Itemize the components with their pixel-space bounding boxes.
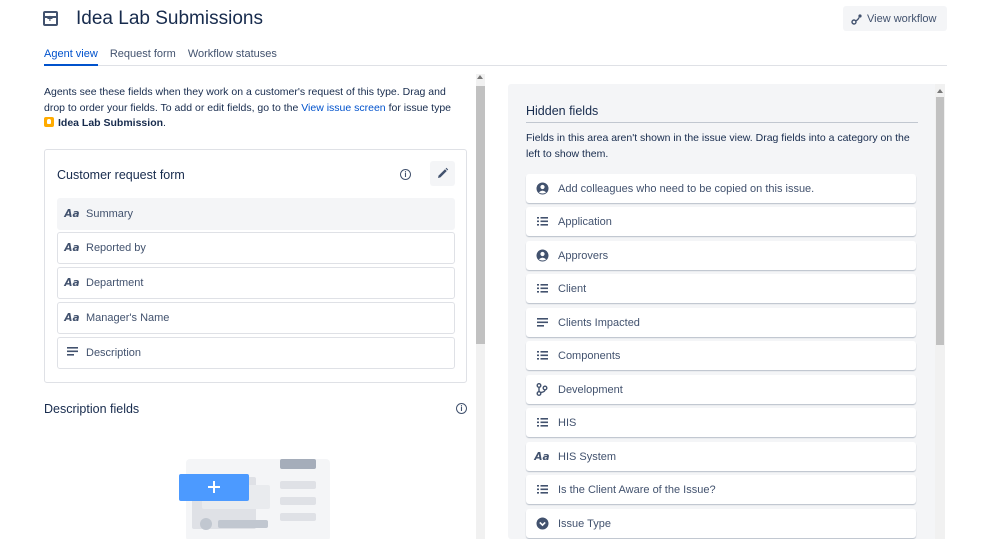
form-field-label: Description	[86, 347, 142, 359]
view-issue-screen-link[interactable]: View issue screen	[301, 102, 385, 114]
view-workflow-button[interactable]: View workflow	[843, 6, 947, 31]
hidden-field-client-aware[interactable]: Is the Client Aware of the Issue?	[526, 475, 916, 504]
hidden-field-development[interactable]: Development	[526, 375, 916, 404]
hidden-field-label: Issue Type	[558, 517, 611, 530]
form-field-description[interactable]: Description	[57, 337, 455, 369]
tab-bar: Agent view Request form Workflow statuse…	[44, 48, 947, 66]
paragraph-icon	[526, 318, 558, 327]
intro-text-after: for issue type	[385, 101, 452, 114]
request-type-icon	[43, 11, 58, 26]
list-icon	[526, 217, 558, 226]
list-icon	[526, 284, 558, 293]
hidden-field-components[interactable]: Components	[526, 341, 916, 370]
hidden-field-label: Add colleagues who need to be copied on …	[558, 182, 815, 195]
form-field-label: Reported by	[86, 242, 146, 254]
chevron-circle-icon	[526, 517, 558, 530]
info-icon[interactable]: i	[400, 169, 411, 180]
text-field-icon: Aa	[64, 312, 80, 324]
customer-request-form-card: Customer request form i Aa Summary Aa Re…	[44, 149, 467, 383]
hidden-field-his-system[interactable]: Aa HIS System	[526, 442, 916, 471]
hidden-field-label: Development	[558, 383, 623, 396]
hidden-field-client[interactable]: Client	[526, 274, 916, 303]
text-field-icon: Aa	[64, 242, 80, 254]
hidden-field-approvers[interactable]: Approvers	[526, 241, 916, 270]
list-icon	[526, 485, 558, 494]
workflow-icon	[851, 13, 862, 25]
tab-agent-view[interactable]: Agent view	[44, 48, 98, 66]
hidden-field-label: Is the Client Aware of the Issue?	[558, 483, 716, 496]
hidden-field-add-colleagues[interactable]: Add colleagues who need to be copied on …	[526, 174, 916, 203]
left-scrollbar-thumb[interactable]	[476, 86, 485, 344]
hidden-fields-panel: Hidden fields Fields in this area aren't…	[508, 84, 937, 539]
hidden-fields-title: Hidden fields	[526, 104, 599, 118]
info-icon[interactable]: i	[456, 403, 467, 414]
left-scroll-up-arrow-icon[interactable]	[477, 75, 483, 79]
form-field-label: Department	[86, 277, 144, 289]
paragraph-icon	[58, 347, 86, 359]
issue-type-name: Idea Lab Submission	[58, 117, 164, 129]
pencil-icon	[438, 167, 449, 178]
list-icon	[526, 351, 558, 360]
branch-icon	[526, 383, 558, 396]
hidden-field-label: Approvers	[558, 249, 609, 262]
right-scrollbar-thumb[interactable]	[936, 97, 944, 345]
hidden-field-application[interactable]: Application	[526, 207, 916, 236]
form-field-department[interactable]: Aa Department	[57, 267, 455, 299]
edit-form-button[interactable]	[430, 161, 455, 186]
hidden-field-label: Clients Impacted	[558, 316, 640, 329]
tab-workflow-statuses[interactable]: Workflow statuses	[188, 48, 277, 66]
page-title: Idea Lab Submissions	[76, 8, 263, 29]
hidden-field-clients-impacted[interactable]: Clients Impacted	[526, 308, 916, 337]
hidden-field-issue-type[interactable]: Issue Type	[526, 509, 916, 538]
idea-issue-type-icon	[44, 117, 54, 127]
text-field-icon: Aa	[534, 450, 550, 463]
form-field-managers-name[interactable]: Aa Manager's Name	[57, 302, 455, 334]
tab-request-form[interactable]: Request form	[110, 48, 176, 66]
empty-state-illustration	[179, 459, 330, 539]
list-icon	[526, 418, 558, 427]
form-field-reported-by[interactable]: Aa Reported by	[57, 232, 455, 264]
form-field-label: Manager's Name	[86, 312, 170, 324]
form-field-label: Summary	[86, 208, 134, 220]
intro-period: .	[163, 117, 166, 129]
hidden-field-his[interactable]: HIS	[526, 408, 916, 437]
hidden-field-label: HIS	[558, 416, 577, 429]
description-fields-title: Description fields	[44, 402, 140, 416]
person-icon	[526, 182, 558, 195]
customer-request-form-title: Customer request form	[57, 168, 185, 182]
text-field-icon: Aa	[64, 208, 80, 220]
right-scroll-up-arrow-icon[interactable]	[937, 89, 943, 93]
text-field-icon: Aa	[64, 277, 80, 289]
form-field-summary[interactable]: Aa Summary	[57, 198, 455, 230]
hidden-field-label: Client	[558, 282, 587, 295]
hidden-fields-description: Fields in this area aren't shown in the …	[526, 132, 910, 160]
hidden-field-label: HIS System	[558, 450, 617, 463]
divider	[526, 122, 918, 123]
intro-text: Agents see these fields when they work o…	[44, 85, 469, 132]
hidden-field-label: Components	[558, 349, 621, 362]
view-workflow-label: View workflow	[867, 12, 937, 25]
person-icon	[526, 249, 558, 262]
hidden-field-label: Application	[558, 215, 612, 228]
